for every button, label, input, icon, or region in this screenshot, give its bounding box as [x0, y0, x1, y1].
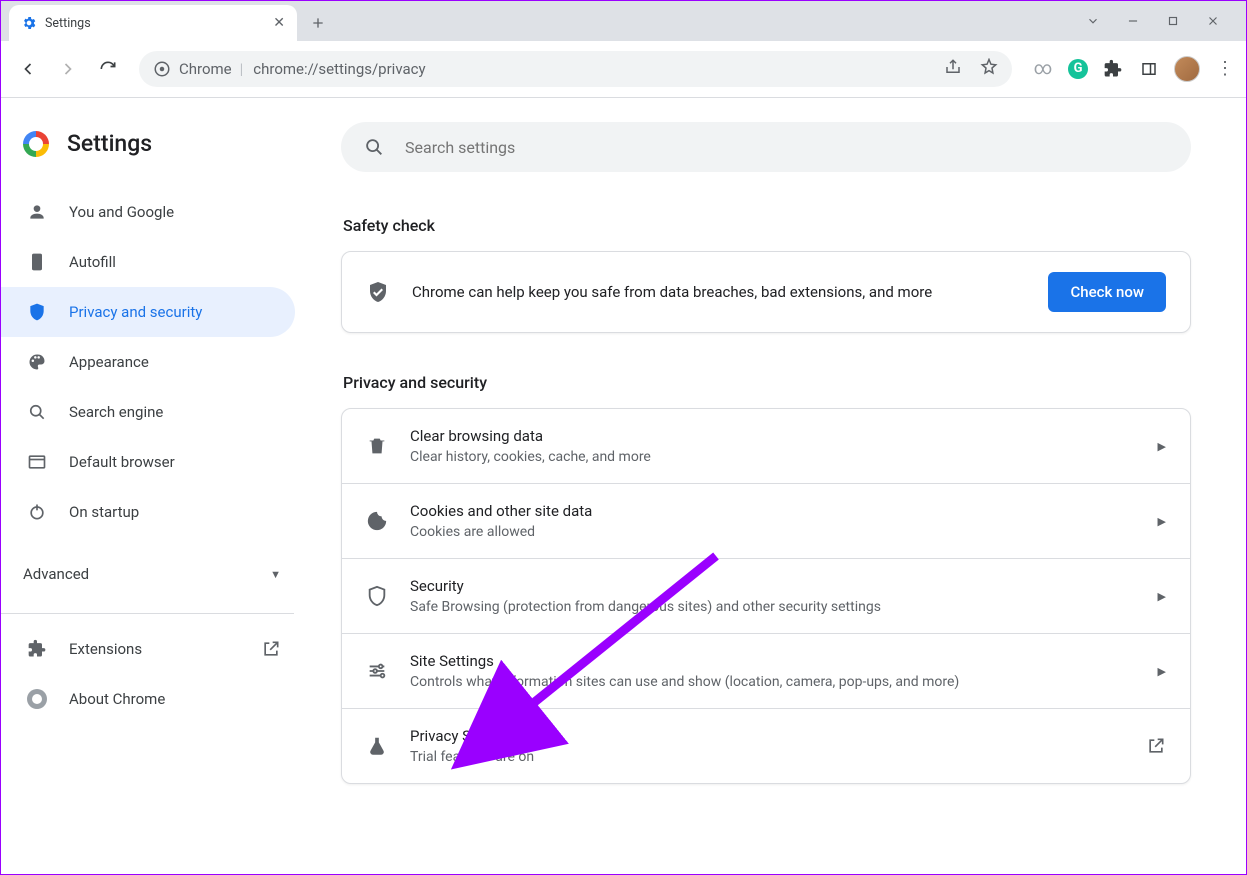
cookie-icon: [366, 510, 388, 532]
omnibox-chip-label: Chrome: [179, 60, 232, 78]
sidebar-item-label: Autofill: [69, 253, 116, 271]
sidebar-item-default-browser[interactable]: Default browser: [1, 437, 295, 487]
row-clear-browsing-data[interactable]: Clear browsing data Clear history, cookie…: [342, 409, 1190, 483]
extensions-label: Extensions: [69, 640, 142, 658]
safety-text: Chrome can help keep you safe from data …: [412, 283, 1026, 301]
sidebar-item-on-startup[interactable]: On startup: [1, 487, 295, 537]
share-icon[interactable]: [944, 58, 962, 80]
chevron-right-icon: ▶: [1158, 440, 1166, 453]
chevron-right-icon: ▶: [1158, 665, 1166, 678]
sidebar-item-you-and-google[interactable]: You and Google: [1, 187, 295, 237]
search-settings-input[interactable]: [403, 137, 1169, 158]
about-label: About Chrome: [69, 690, 165, 708]
sliders-icon: [366, 660, 388, 682]
chevron-right-icon: ▶: [1158, 515, 1166, 528]
trash-icon: [366, 435, 388, 457]
page-title: Settings: [67, 130, 152, 157]
back-button[interactable]: [11, 52, 45, 86]
open-in-new-icon: [1146, 736, 1166, 756]
settings-page: Settings You and Google Autofill Privacy…: [1, 97, 1246, 874]
new-tab-button[interactable]: [303, 8, 333, 38]
chrome-menu-button[interactable]: ⋮: [1214, 58, 1236, 80]
extension-icons: ∞ G ⋮: [1032, 56, 1236, 82]
extensions-button[interactable]: [1102, 58, 1124, 80]
reload-button[interactable]: [91, 52, 125, 86]
settings-main: Safety check Chrome can help keep you sa…: [311, 98, 1246, 874]
sidebar-divider: [1, 613, 294, 614]
window-maximize-icon[interactable]: [1164, 14, 1182, 28]
section-heading-privacy: Privacy and security: [343, 373, 1196, 392]
row-title: Security: [410, 577, 1136, 595]
shield-check-icon: [366, 280, 390, 304]
profile-avatar[interactable]: [1174, 56, 1200, 82]
chevron-right-icon: ▶: [1158, 590, 1166, 603]
shield-icon: [366, 585, 388, 607]
chrome-logo-icon: [23, 131, 49, 157]
sidebar-item-search-engine[interactable]: Search engine: [1, 387, 295, 437]
safety-check-card: Chrome can help keep you safe from data …: [341, 251, 1191, 333]
settings-nav: You and Google Autofill Privacy and secu…: [1, 177, 311, 537]
row-site-settings[interactable]: Site Settings Controls what information s…: [342, 633, 1190, 708]
section-heading-safety: Safety check: [343, 216, 1196, 235]
browser-tab[interactable]: Settings ✕: [9, 5, 297, 41]
row-cookies[interactable]: Cookies and other site data Cookies are a…: [342, 483, 1190, 558]
tab-title: Settings: [45, 16, 91, 31]
grammarly-icon[interactable]: G: [1068, 59, 1088, 79]
sidebar-item-autofill[interactable]: Autofill: [1, 237, 295, 287]
row-title: Clear browsing data: [410, 427, 1136, 445]
chevron-down-icon[interactable]: [1084, 14, 1102, 28]
browser-titlebar: Settings ✕: [1, 1, 1246, 41]
close-icon[interactable]: ✕: [273, 16, 285, 30]
sidebar-advanced-toggle[interactable]: Advanced ▼: [1, 549, 311, 599]
row-title: Cookies and other site data: [410, 502, 1136, 520]
sidebar-item-label: Appearance: [69, 353, 149, 371]
address-bar[interactable]: Chrome | chrome://settings/privacy: [139, 51, 1012, 87]
sidebar-item-appearance[interactable]: Appearance: [1, 337, 295, 387]
site-info-chip[interactable]: Chrome |: [153, 60, 243, 78]
side-panel-icon[interactable]: [1138, 58, 1160, 80]
row-title: Privacy Sandbox: [410, 727, 1124, 745]
settings-brand: Settings: [1, 122, 311, 177]
sidebar-item-label: Privacy and security: [69, 303, 202, 321]
search-settings-field[interactable]: [341, 122, 1191, 172]
privacy-list-card: Clear browsing data Clear history, cookie…: [341, 408, 1191, 784]
sidebar-item-privacy-security[interactable]: Privacy and security: [1, 287, 295, 337]
flask-icon: [366, 735, 388, 757]
advanced-label: Advanced: [23, 565, 89, 583]
chrome-grey-icon: [27, 689, 47, 709]
sidebar-item-label: Default browser: [69, 453, 175, 471]
row-subtitle: Trial features are on: [410, 749, 1124, 765]
chevron-down-icon: ▼: [270, 568, 281, 581]
row-subtitle: Cookies are allowed: [410, 524, 1136, 540]
bookmark-icon[interactable]: [980, 58, 998, 80]
row-subtitle: Controls what information sites can use …: [410, 674, 1136, 690]
sidebar-item-about-chrome[interactable]: About Chrome: [1, 674, 311, 724]
settings-sidebar: Settings You and Google Autofill Privacy…: [1, 98, 311, 874]
row-security[interactable]: Security Safe Browsing (protection from d…: [342, 558, 1190, 633]
sidebar-item-label: On startup: [69, 503, 139, 521]
window-close-icon[interactable]: [1204, 14, 1222, 28]
gear-icon: [21, 15, 37, 31]
sidebar-item-label: You and Google: [69, 203, 174, 221]
row-subtitle: Clear history, cookies, cache, and more: [410, 449, 1136, 465]
row-privacy-sandbox[interactable]: Privacy Sandbox Trial features are on: [342, 708, 1190, 783]
extension-icon-1[interactable]: ∞: [1032, 58, 1054, 80]
row-subtitle: Safe Browsing (protection from dangerous…: [410, 599, 1136, 615]
url-text: chrome://settings/privacy: [253, 60, 425, 78]
sidebar-item-extensions[interactable]: Extensions: [1, 624, 311, 674]
sidebar-item-label: Search engine: [69, 403, 163, 421]
browser-toolbar: Chrome | chrome://settings/privacy ∞ G ⋮: [1, 41, 1246, 97]
window-controls: [1084, 1, 1240, 41]
window-minimize-icon[interactable]: [1124, 14, 1142, 28]
forward-button[interactable]: [51, 52, 85, 86]
check-now-button[interactable]: Check now: [1048, 272, 1166, 312]
row-title: Site Settings: [410, 652, 1136, 670]
open-in-new-icon: [261, 639, 281, 659]
search-icon: [363, 136, 385, 158]
